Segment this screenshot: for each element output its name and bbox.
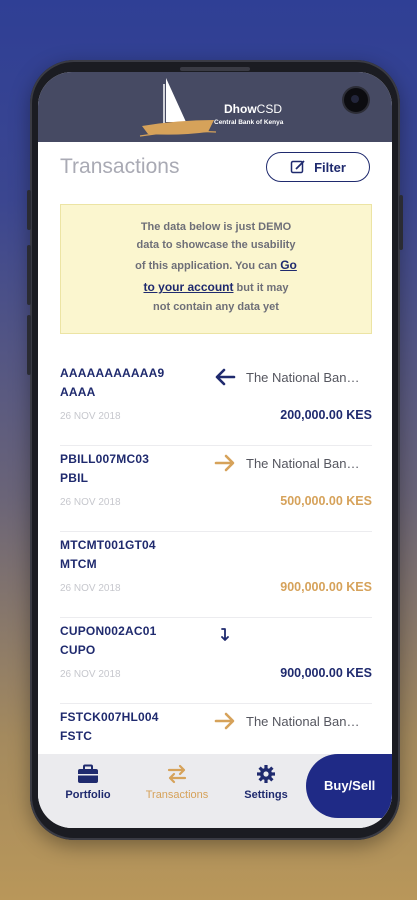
- dhow-logo-icon: [139, 78, 217, 137]
- reference-line: AAAA: [60, 385, 96, 399]
- transaction-row[interactable]: AAAAAAAAAAA9 AAAA The National Ban… 26 N…: [60, 360, 372, 446]
- edit-icon: [290, 160, 305, 174]
- nav-portfolio-label: Portfolio: [65, 789, 111, 801]
- arrow-right-icon: [214, 454, 235, 472]
- transaction-reference: PBILL007MC03 PBIL: [60, 450, 180, 488]
- swap-arrows-icon: [167, 764, 187, 784]
- demo-notice: The data below is just DEMO data to show…: [60, 204, 372, 334]
- app-screen: DhowCSD Central Bank of Kenya Transactio…: [38, 72, 392, 828]
- reference-line: MTCMT001GT04: [60, 538, 156, 552]
- reference-line: FSTC: [60, 729, 93, 743]
- gear-icon: [257, 765, 275, 783]
- transaction-date: 26 NOV 2018: [60, 669, 121, 680]
- nav-transactions[interactable]: Transactions: [136, 764, 218, 801]
- transaction-amount: 900,000.00 KES: [280, 580, 372, 594]
- transaction-row[interactable]: PBILL007MC03 PBIL The National Ban… 26 N…: [60, 446, 372, 532]
- phone-side-button: [27, 245, 31, 305]
- transaction-date: 26 NOV 2018: [60, 497, 121, 508]
- transaction-amount: 900,000.00 KES: [280, 666, 372, 680]
- transaction-counterparty: The National Ban…: [246, 370, 360, 385]
- transaction-reference: FSTCK007HL004 FSTC: [60, 708, 180, 746]
- brand-name-bold: Dhow: [224, 102, 257, 116]
- transaction-list: AAAAAAAAAAA9 AAAA The National Ban… 26 N…: [60, 360, 372, 790]
- phone-side-button: [27, 190, 31, 230]
- transaction-reference: CUPON002AC01 CUPO: [60, 622, 180, 660]
- nav-settings[interactable]: Settings: [238, 764, 294, 801]
- bottom-navigation: Portfolio Transactions Settings Buy/Sell: [38, 754, 392, 828]
- notice-line-4: but it may: [233, 282, 289, 295]
- nav-transactions-label: Transactions: [145, 789, 209, 801]
- notice-line-1: The data below is just DEMO: [140, 221, 292, 233]
- transaction-amount: 200,000.00 KES: [280, 408, 372, 422]
- transaction-reference: MTCMT001GT04 MTCM: [60, 536, 180, 574]
- reference-line: FSTCK007HL004: [60, 710, 159, 724]
- reference-line: AAAAAAAAAAA9: [60, 366, 165, 380]
- app-header: DhowCSD Central Bank of Kenya: [38, 72, 392, 142]
- reference-line: CUPON002AC01: [60, 624, 157, 638]
- phone-power-button: [399, 195, 403, 250]
- brand-title: DhowCSD: [224, 102, 282, 116]
- page-title: Transactions: [60, 155, 180, 178]
- return-arrow-icon: [221, 628, 229, 641]
- phone-speaker: [180, 67, 250, 71]
- phone-side-button: [27, 315, 31, 375]
- reference-line: CUPO: [60, 643, 96, 657]
- transaction-counterparty: The National Ban…: [246, 714, 360, 729]
- nav-portfolio[interactable]: Portfolio: [60, 764, 116, 801]
- arrow-left-icon: [215, 368, 236, 386]
- arrow-right-icon: [214, 712, 235, 730]
- reference-line: PBIL: [60, 471, 89, 485]
- transaction-row[interactable]: MTCMT001GT04 MTCM 26 NOV 2018 900,000.00…: [60, 532, 372, 618]
- notice-line-2: data to showcase the usability: [136, 239, 296, 252]
- transaction-row[interactable]: CUPON002AC01 CUPO 26 NOV 2018 900,000.00…: [60, 618, 372, 704]
- buy-sell-button[interactable]: Buy/Sell: [306, 754, 392, 818]
- phone-frame: DhowCSD Central Bank of Kenya Transactio…: [27, 60, 403, 840]
- filter-button[interactable]: Filter: [266, 152, 370, 182]
- notice-line-3: of this application. You can: [135, 259, 281, 272]
- transaction-date: 26 NOV 2018: [60, 583, 121, 594]
- briefcase-icon: [78, 764, 98, 783]
- transaction-reference: AAAAAAAAAAA9 AAAA: [60, 364, 180, 402]
- transaction-date: 26 NOV 2018: [60, 411, 121, 422]
- brand-name-light: CSD: [256, 102, 283, 116]
- go-to-account-link[interactable]: to your account: [143, 280, 233, 294]
- go-to-account-link[interactable]: Go: [280, 258, 297, 272]
- nav-settings-label: Settings: [244, 789, 288, 801]
- reference-line: PBILL007MC03: [60, 452, 150, 466]
- notice-line-5: not contain any data yet: [153, 300, 279, 313]
- reference-line: MTCM: [60, 557, 97, 571]
- transaction-counterparty: The National Ban…: [246, 456, 360, 471]
- brand-subtitle: Central Bank of Kenya: [214, 119, 284, 126]
- front-camera: [344, 88, 368, 112]
- filter-label: Filter: [314, 159, 346, 175]
- transaction-amount: 500,000.00 KES: [280, 494, 372, 508]
